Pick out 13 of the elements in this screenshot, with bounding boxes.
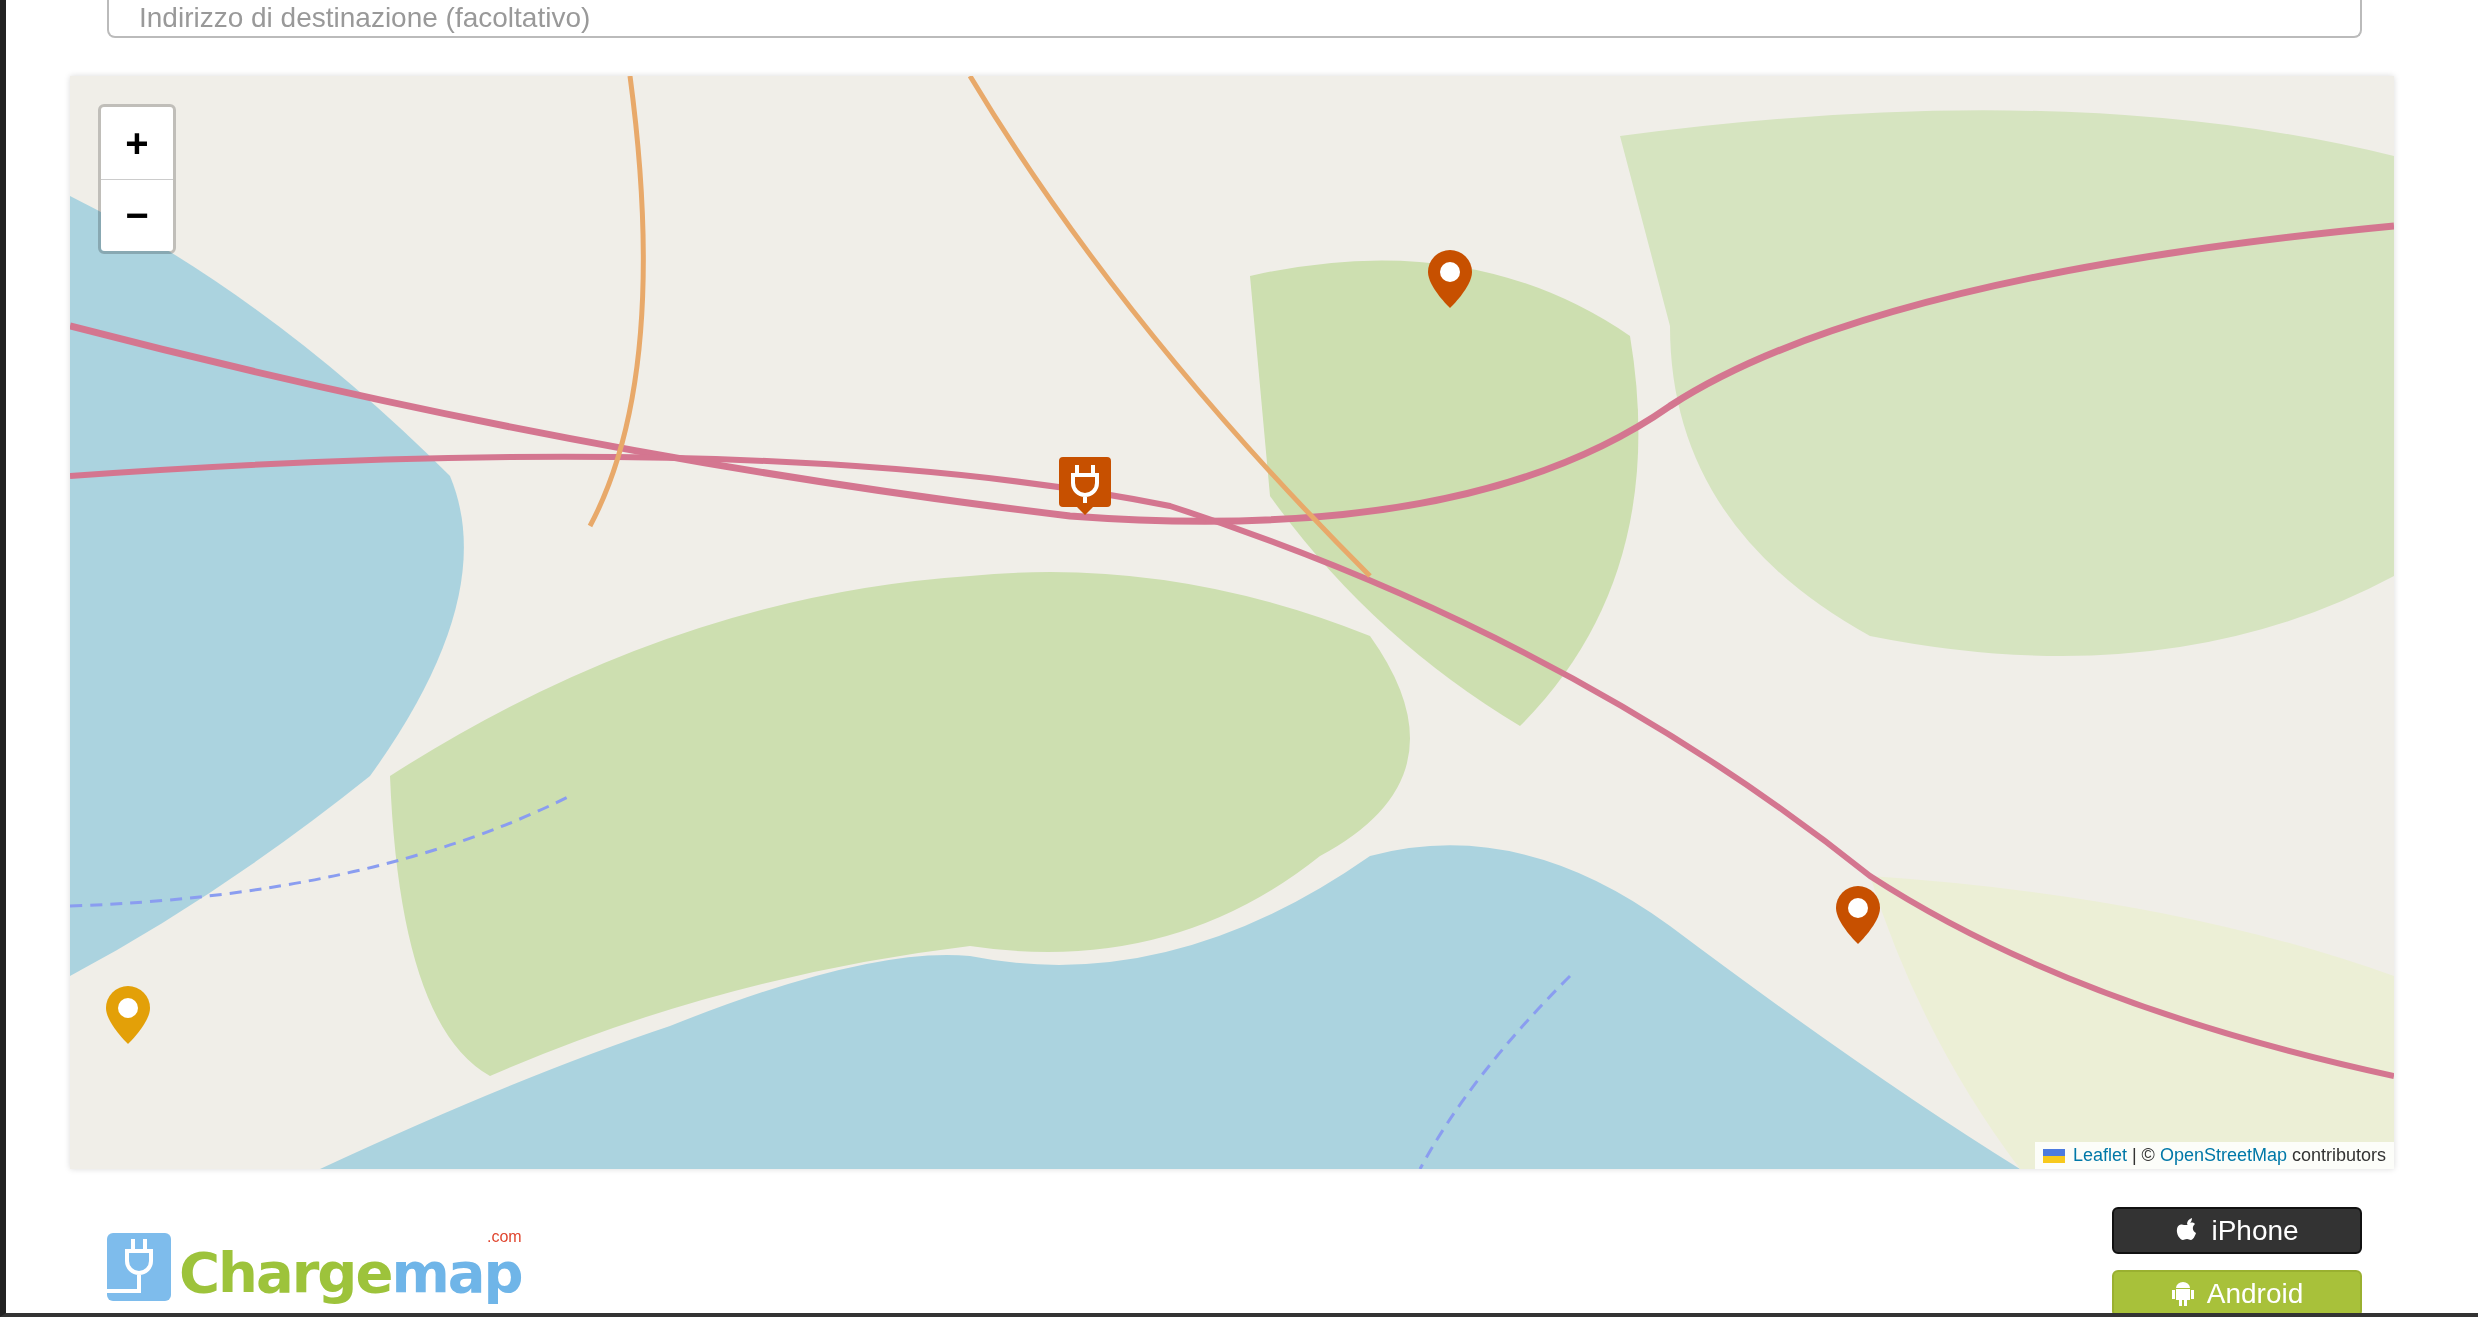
destination-field[interactable]: Indirizzo di destinazione (facoltativo): [107, 0, 2362, 38]
attribution-text: Leaflet | © OpenStreetMap contributors: [2072, 1145, 2386, 1166]
openstreetmap-link[interactable]: OpenStreetMap: [2159, 1145, 2287, 1165]
charging-station-icon[interactable]: [1057, 455, 1113, 517]
flag-icon: [2042, 1148, 2065, 1163]
plug-icon: [107, 1233, 171, 1301]
leaflet-link[interactable]: Leaflet: [2072, 1145, 2127, 1165]
zoom-out-button[interactable]: −: [101, 179, 173, 251]
android-icon: [2170, 1279, 2195, 1308]
zoom-in-button[interactable]: +: [101, 107, 173, 179]
apple-app-button[interactable]: iPhone: [2112, 1207, 2362, 1254]
map-pin-icon[interactable]: [1425, 248, 1475, 310]
map-pin-icon[interactable]: [1833, 884, 1883, 946]
